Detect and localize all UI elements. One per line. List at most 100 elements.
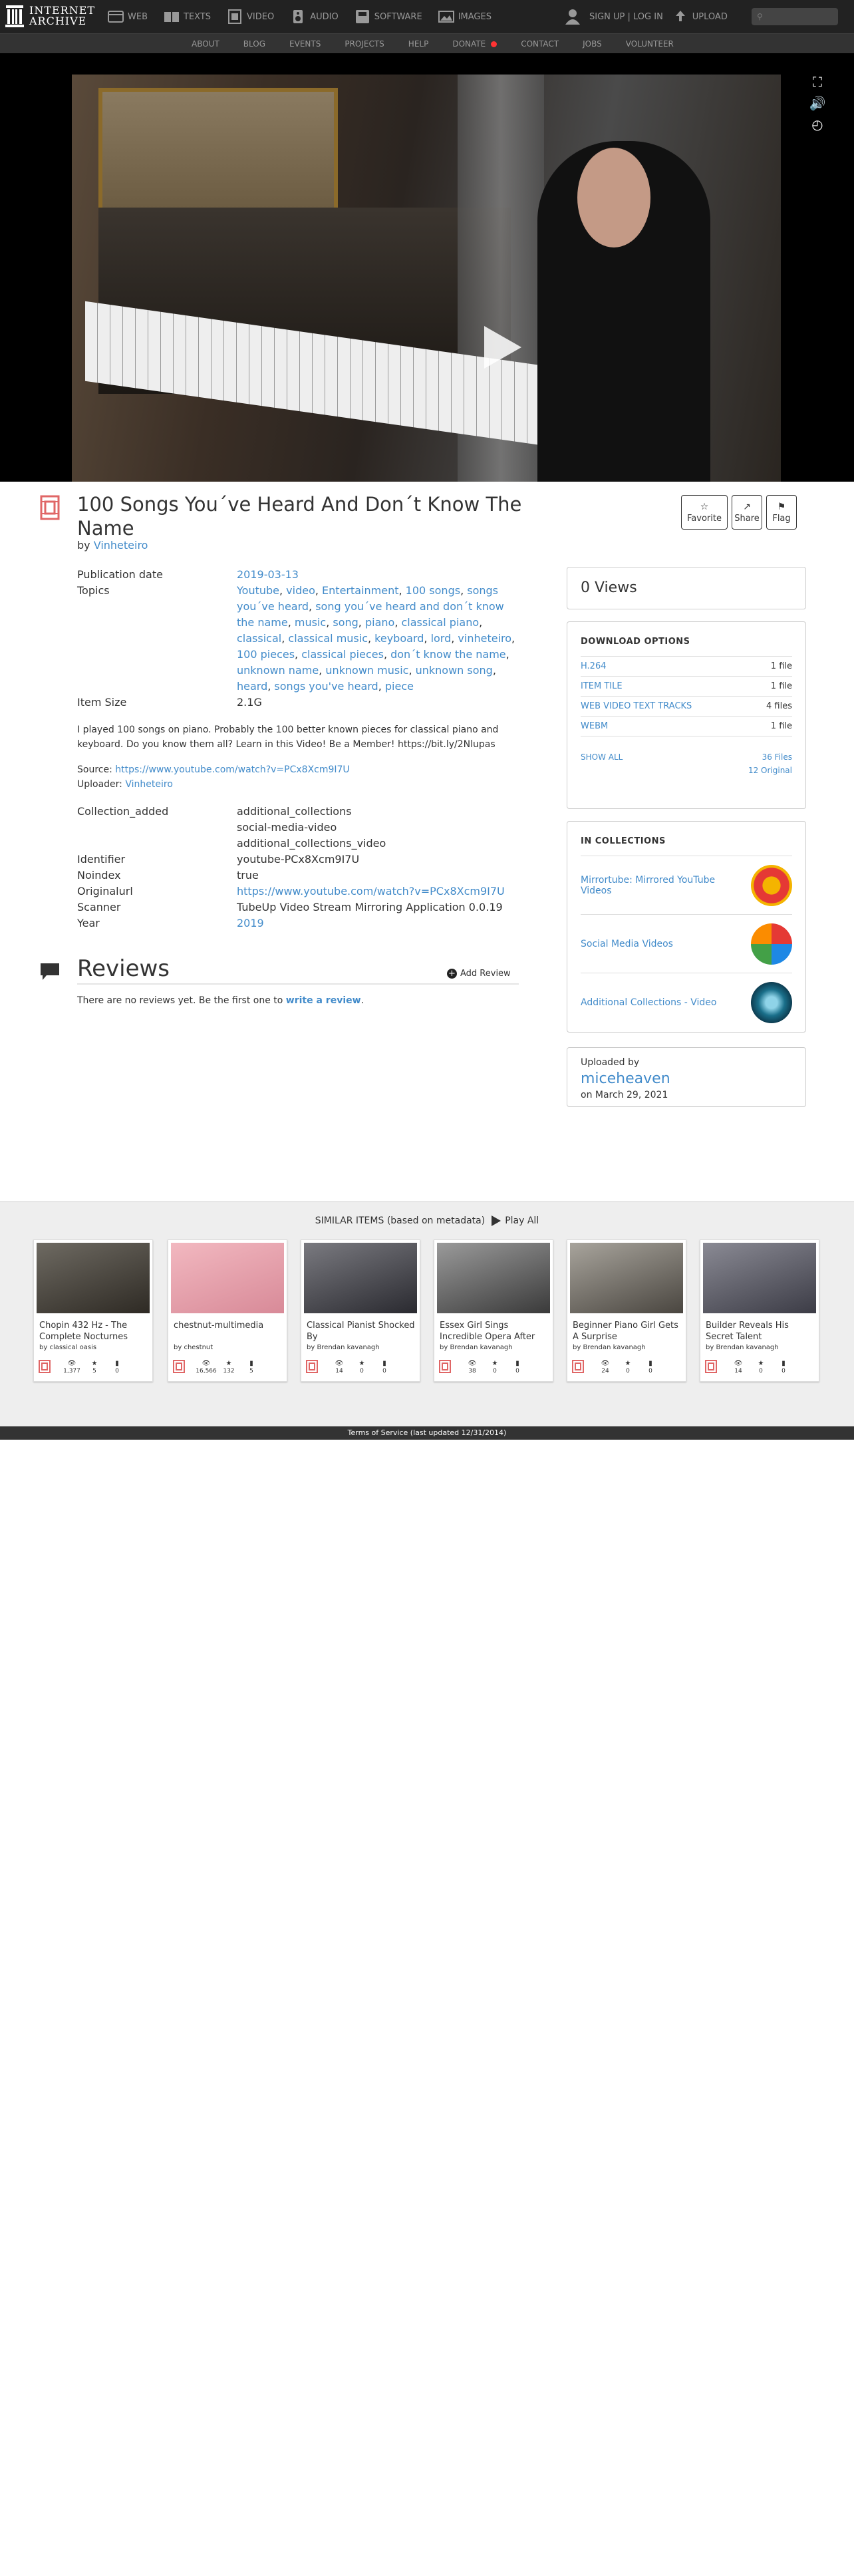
write-review-link[interactable]: write a review [286,995,361,1006]
search-input[interactable]: ⚲ [752,8,838,25]
topic-link[interactable]: video [286,584,315,597]
share-button[interactable]: ↗ Share [732,495,762,530]
clock-icon[interactable]: ◴ [809,116,826,133]
topic-link[interactable]: unknown music [325,664,408,677]
topic-link[interactable]: classical music [288,632,368,645]
fullscreen-icon[interactable]: ⛶ [809,73,826,90]
pub-date-link[interactable]: 2019-03-13 [237,568,299,581]
tile-thumbnail[interactable] [703,1243,816,1313]
page-title: 100 Songs You´ve Heard And Don´t Know Th… [77,493,522,540]
collection-mirrortube[interactable]: Mirrortube: Mirrored YouTube Videos [581,856,792,915]
nav-audio[interactable]: AUDIO [290,9,339,24]
images-icon [438,11,454,23]
subnav-volunteer[interactable]: VOLUNTEER [626,39,674,49]
topic-link[interactable]: piano [365,616,394,629]
signup-login-link[interactable]: SIGN UP | LOG IN [589,12,663,22]
download-row[interactable]: WEB VIDEO TEXT TRACKS 4 files [581,697,792,717]
tile-thumbnail[interactable] [437,1243,550,1313]
download-row[interactable]: ITEM TILE 1 file [581,677,792,697]
uploaded-by: Uploaded by miceheaven on March 29, 2021 [567,1047,806,1107]
show-all-link[interactable]: SHOW ALL [581,752,623,762]
topic-link[interactable]: unknown name [237,664,319,677]
favorites-count: 0 [759,1368,763,1374]
topic-link[interactable]: vinheteiro [458,632,511,645]
topic-link[interactable]: don´t know the name [390,648,506,661]
topic-link[interactable]: classical [237,632,281,645]
play-icon[interactable] [484,326,521,369]
similar-item-tile[interactable]: Chopin 432 Hz - The Complete Nocturnes by… [33,1239,153,1382]
nav-texts[interactable]: TEXTS [164,9,211,24]
tile-thumbnail[interactable] [304,1243,417,1313]
topic-link[interactable]: Entertainment [322,584,398,597]
download-count: 1 file [770,661,792,671]
all-files-link[interactable]: 36 Files [762,752,792,762]
topic-link[interactable]: classical piano [401,616,479,629]
video-player[interactable]: ⛶ 🔊 ◴ [0,53,854,482]
favorite-button[interactable]: ☆ Favorite [681,495,728,530]
download-row[interactable]: WEBM 1 file [581,717,792,736]
tile-title[interactable]: Chopin 432 Hz - The Complete Nocturnes [39,1320,150,1343]
topic-link[interactable]: unknown song [416,664,493,677]
collection-social-media[interactable]: Social Media Videos [581,915,792,973]
topic-link[interactable]: keyboard [374,632,424,645]
topic-link[interactable]: lord [431,632,452,645]
similar-item-tile[interactable]: Classical Pianist Shocked By by Brendan k… [301,1239,420,1382]
topic-link[interactable]: 100 pieces [237,648,295,661]
uploader-link[interactable]: Vinheteiro [125,779,173,790]
source-link[interactable]: https://www.youtube.com/watch?v=PCx8Xcm9… [115,764,349,775]
download-row[interactable]: H.264 1 file [581,657,792,677]
tile-title[interactable]: Builder Reveals His Secret Talent [706,1320,816,1343]
nav-software[interactable]: SOFTWARE [355,9,422,24]
nav-images[interactable]: IMAGES [438,9,492,24]
volume-icon[interactable]: 🔊 [809,94,826,112]
download-format-link[interactable]: H.264 [581,657,607,676]
footer-terms[interactable]: Terms of Service (last updated 12/31/201… [0,1426,854,1440]
similar-item-tile[interactable]: Builder Reveals His Secret Talent by Bren… [700,1239,819,1382]
nav-video[interactable]: VIDEO [227,9,274,24]
tile-title[interactable]: Classical Pianist Shocked By [307,1320,417,1343]
similar-item-tile[interactable]: Beginner Piano Girl Gets A Surprise by Br… [567,1239,686,1382]
subnav-events[interactable]: EVENTS [289,39,321,49]
topic-link[interactable]: Youtube [237,584,279,597]
meta-row-pubdate: Publication date 2019-03-13 [77,568,299,581]
year-link[interactable]: 2019 [237,917,264,929]
add-review-button[interactable]: + Add Review [447,969,511,979]
play-all-icon[interactable] [492,1215,501,1226]
upload-link[interactable]: UPLOAD [692,12,728,22]
subnav-jobs[interactable]: JOBS [583,39,602,49]
topic-link[interactable]: songs you've heard [274,680,378,693]
original-url-link[interactable]: https://www.youtube.com/watch?v=PCx8Xcm9… [237,885,505,897]
uploader-name-link[interactable]: miceheaven [581,1070,792,1087]
topic-link[interactable]: piece [385,680,414,693]
download-format-link[interactable]: WEBM [581,717,608,736]
similar-item-tile[interactable]: chestnut-multimedia by chestnut 👁 16,566 ★ 13… [168,1239,287,1382]
topic-link[interactable]: music [295,616,326,629]
tile-thumbnail[interactable] [171,1243,284,1313]
collection-additional-video[interactable]: Additional Collections - Video [581,973,792,1032]
subnav-projects[interactable]: PROJECTS [345,39,384,49]
topic-link[interactable]: heard [237,680,267,693]
original-files-link[interactable]: 12 Original [748,766,792,775]
tile-thumbnail[interactable] [570,1243,683,1313]
download-format-link[interactable]: WEB VIDEO TEXT TRACKS [581,697,692,716]
subnav-donate[interactable]: DONATE [452,39,498,49]
subnav-blog[interactable]: BLOG [243,39,265,49]
download-format-link[interactable]: ITEM TILE [581,677,623,696]
topic-link[interactable]: song [333,616,358,629]
tile-title[interactable]: chestnut-multimedia [174,1320,284,1331]
subnav-about[interactable]: ABOUT [192,39,219,49]
tile-title[interactable]: Beginner Piano Girl Gets A Surprise [573,1320,683,1343]
similar-item-tile[interactable]: Essex Girl Sings Incredible Opera After b… [434,1239,553,1382]
subnav-help[interactable]: HELP [408,39,429,49]
internet-archive-logo[interactable]: INTERNET ARCHIVE [5,4,95,28]
tile-thumbnail[interactable] [37,1243,150,1313]
flag-button[interactable]: ⚑ Flag [766,495,797,530]
creator-link[interactable]: Vinheteiro [94,539,148,552]
video-frame[interactable] [72,75,781,482]
topic-link[interactable]: 100 songs [406,584,460,597]
subnav-contact[interactable]: CONTACT [521,39,559,49]
topic-link[interactable]: classical pieces [301,648,384,661]
play-all-link[interactable]: Play All [505,1215,539,1226]
nav-web[interactable]: WEB [108,9,148,24]
tile-title[interactable]: Essex Girl Sings Incredible Opera After [440,1320,550,1343]
